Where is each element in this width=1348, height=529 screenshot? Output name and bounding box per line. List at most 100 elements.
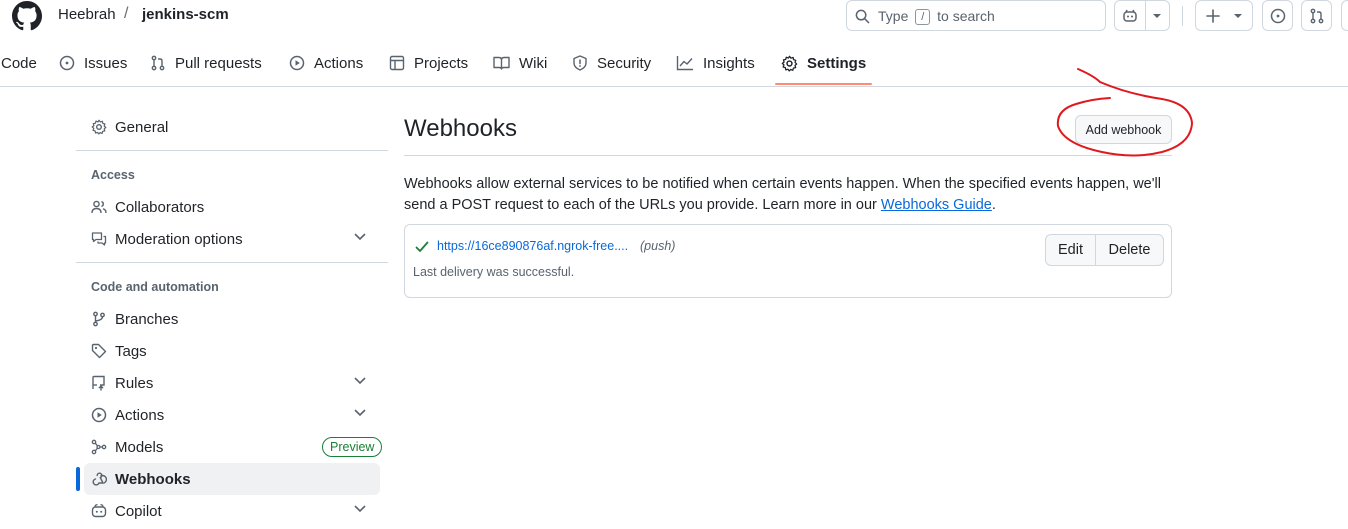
- sidebar-item-actions[interactable]: Actions: [84, 399, 380, 431]
- plus-icon: [1206, 9, 1220, 23]
- chevron-down-icon[interactable]: [1152, 13, 1162, 19]
- breadcrumb-separator: /: [124, 5, 129, 22]
- title-divider: [404, 155, 1172, 156]
- sidebar-item-label: Models: [115, 438, 164, 456]
- your-pull-requests-button[interactable]: [1301, 0, 1332, 31]
- sidebar-divider: [76, 262, 388, 263]
- webhooks-guide-link[interactable]: Webhooks Guide: [881, 197, 992, 213]
- tab-wiki[interactable]: Wiki: [493, 40, 547, 86]
- user-menu-button[interactable]: [1341, 0, 1348, 31]
- delivery-status: Last delivery was successful.: [413, 265, 575, 279]
- delete-button[interactable]: Delete: [1096, 235, 1163, 265]
- sidebar-item-copilot[interactable]: Copilot: [84, 495, 380, 527]
- sidebar-heading-access: Access: [91, 168, 135, 182]
- sidebar-item-label: Rules: [115, 374, 154, 392]
- sidebar-heading-code-automation: Code and automation: [91, 280, 219, 294]
- button-divider: [1145, 1, 1146, 30]
- sidebar-item-tags[interactable]: Tags: [84, 335, 380, 367]
- pull-request-icon: [151, 55, 165, 71]
- webhook-list-item: https://16ce890876af.ngrok-free.... (pus…: [404, 224, 1172, 298]
- tab-label: Code: [1, 54, 37, 72]
- tab-issues[interactable]: Issues: [59, 40, 127, 86]
- graph-icon: [676, 56, 693, 71]
- issue-icon: [59, 55, 75, 71]
- sidebar-item-moderation-options[interactable]: Moderation options: [84, 223, 380, 255]
- book-icon: [493, 56, 510, 70]
- header-divider: [1182, 6, 1183, 26]
- play-icon: [91, 407, 107, 423]
- repo-push-icon: [92, 375, 105, 391]
- tab-label: Issues: [84, 54, 128, 72]
- shield-icon: [573, 55, 587, 71]
- sidebar-item-label: Collaborators: [115, 198, 205, 216]
- gear-icon: [91, 119, 107, 135]
- play-icon: [289, 55, 305, 71]
- chevron-down-icon: [354, 409, 366, 417]
- sidebar-item-label: Branches: [115, 310, 179, 328]
- edit-button[interactable]: Edit: [1046, 235, 1096, 265]
- git-branch-icon: [93, 311, 105, 327]
- tab-label: Security: [597, 54, 652, 72]
- search-shortcut-key: /: [915, 9, 931, 25]
- tab-label: Actions: [314, 54, 364, 72]
- description-text: Webhooks allow external services to be n…: [404, 176, 1161, 213]
- repo-owner-link[interactable]: Heebrah: [58, 6, 116, 23]
- tab-pull-requests[interactable]: Pull requests: [150, 40, 262, 86]
- check-icon: [415, 241, 429, 252]
- sidebar-item-label: Webhooks: [115, 470, 191, 488]
- webhook-url-link[interactable]: https://16ce890876af.ngrok-free....: [437, 239, 628, 253]
- chevron-down-icon: [354, 233, 366, 241]
- chevron-down-icon: [354, 505, 366, 513]
- create-new-button[interactable]: [1195, 0, 1253, 31]
- page-title: Webhooks: [404, 115, 517, 142]
- tag-icon: [91, 343, 107, 359]
- ai-model-icon: [91, 439, 107, 455]
- tab-code[interactable]: Code: [1, 40, 37, 86]
- search-placeholder: Type / to search: [878, 8, 995, 25]
- webhooks-description: Webhooks allow external services to be n…: [404, 174, 1164, 216]
- repo-name-link[interactable]: jenkins-scm: [142, 6, 229, 23]
- sidebar-item-models[interactable]: Models Preview: [84, 431, 383, 463]
- search-input[interactable]: Type / to search: [846, 0, 1106, 31]
- add-webhook-button[interactable]: Add webhook: [1075, 115, 1172, 144]
- pull-request-icon: [1310, 8, 1324, 24]
- sidebar-item-webhooks[interactable]: Webhooks: [84, 463, 380, 495]
- search-suffix-text: to search: [937, 8, 995, 24]
- search-prefix-text: Type: [878, 8, 909, 24]
- tab-insights[interactable]: Insights: [676, 40, 755, 86]
- github-logo-icon[interactable]: [12, 1, 42, 31]
- tab-projects[interactable]: Projects: [389, 40, 468, 86]
- gear-icon: [781, 55, 798, 72]
- webhook-icon: [92, 472, 107, 486]
- webhook-actions: Edit Delete: [1045, 234, 1164, 266]
- active-tab-indicator: [775, 83, 872, 85]
- search-icon: [855, 9, 870, 24]
- copilot-icon: [91, 504, 107, 518]
- people-icon: [91, 200, 107, 214]
- tab-label: Pull requests: [175, 54, 262, 72]
- chevron-down-icon: [354, 377, 366, 385]
- description-period: .: [991, 197, 996, 213]
- your-issues-button[interactable]: [1262, 0, 1293, 31]
- copilot-button-group[interactable]: [1114, 0, 1170, 31]
- sidebar-item-rules[interactable]: Rules: [84, 367, 380, 399]
- sidebar-item-general[interactable]: General: [84, 111, 380, 143]
- preview-badge: Preview: [322, 437, 383, 457]
- webhook-event: (push): [640, 239, 676, 253]
- comment-discussion-icon: [91, 232, 107, 246]
- top-header: Heebrah / jenkins-scm Type / to search: [0, 0, 1348, 38]
- copilot-icon[interactable]: [1122, 8, 1138, 24]
- tab-label: Projects: [414, 54, 469, 72]
- sidebar-item-collaborators[interactable]: Collaborators: [84, 191, 380, 223]
- chevron-down-icon: [1234, 14, 1242, 18]
- tab-settings[interactable]: Settings: [781, 40, 866, 86]
- tab-label: Settings: [807, 54, 867, 72]
- table-icon: [389, 55, 405, 71]
- active-item-indicator: [76, 467, 80, 491]
- sidebar-item-branches[interactable]: Branches: [84, 303, 380, 335]
- tab-label: Insights: [703, 54, 755, 72]
- tab-security[interactable]: Security: [572, 40, 651, 86]
- tab-actions[interactable]: Actions: [289, 40, 363, 86]
- sidebar-item-label: Moderation options: [115, 230, 243, 248]
- issue-icon: [1270, 8, 1286, 24]
